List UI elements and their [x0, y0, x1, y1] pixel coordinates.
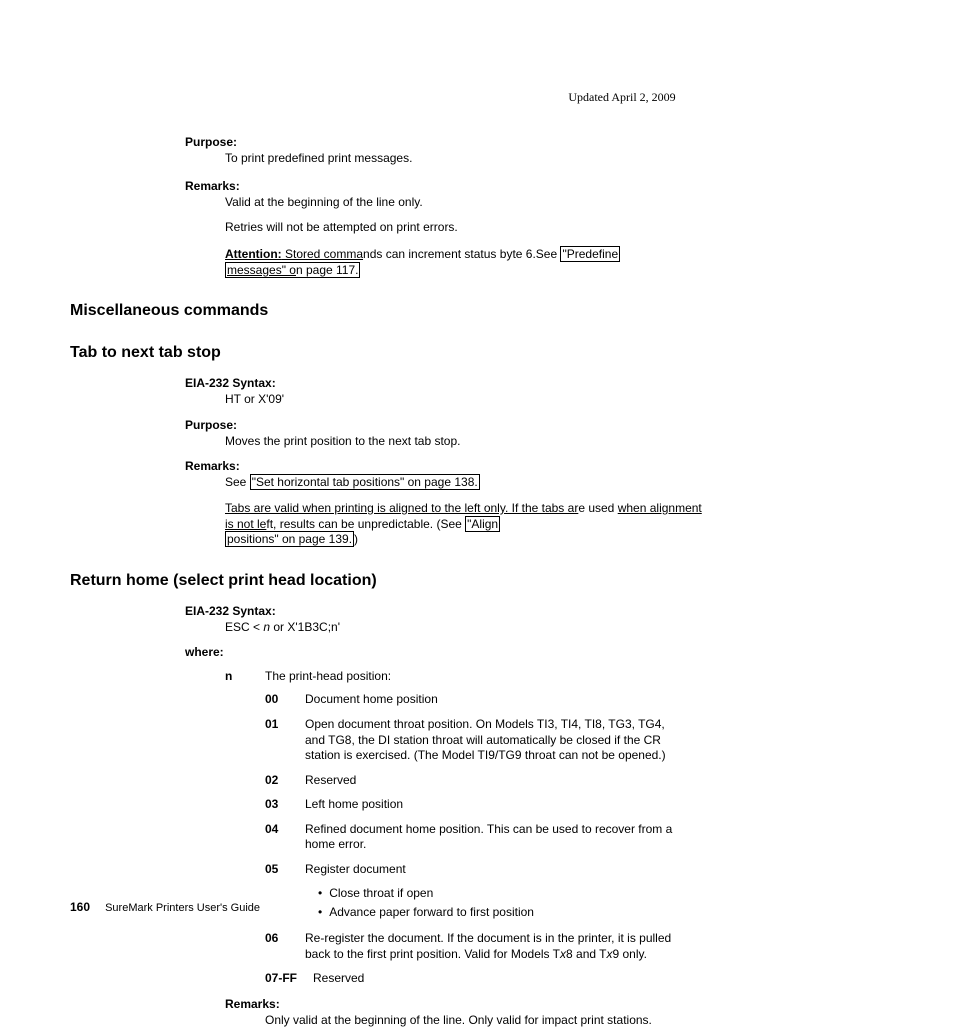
- remarks-text-1: Valid at the beginning of the line only.: [225, 195, 884, 211]
- attention-line: Attention: Stored commands can increment…: [225, 246, 884, 278]
- purpose-text: To print predefined print messages.: [225, 151, 884, 167]
- row-05: 05Register document: [70, 862, 884, 878]
- n-row: n The print-head position:: [70, 669, 884, 683]
- bullet-advance-paper: Advance paper forward to first position: [318, 903, 884, 922]
- row-00: 00Document home position: [70, 692, 884, 708]
- syntax-label-2: EIA-232 Syntax:: [185, 604, 884, 618]
- row-02: 02Reserved: [70, 773, 884, 789]
- bullet-close-throat: Close throat if open: [318, 884, 884, 903]
- set-tab-link[interactable]: "Set horizontal tab positions" on page 1…: [250, 474, 480, 490]
- remarks-tabs: Tabs are valid when printing is aligned …: [225, 501, 884, 548]
- purpose-label-1: Purpose:: [185, 418, 884, 432]
- align-link-1[interactable]: "Align: [465, 516, 500, 532]
- purpose-label: Purpose:: [185, 135, 884, 149]
- purpose-text-1: Moves the print position to the next tab…: [225, 434, 884, 450]
- row-03: 03Left home position: [70, 797, 884, 813]
- attention-rest: nds can increment status byte 6.See: [363, 247, 560, 261]
- syntax-label-1: EIA-232 Syntax:: [185, 376, 884, 390]
- remarks-see: See "Set horizontal tab positions" on pa…: [225, 475, 884, 491]
- n-label: n: [225, 669, 265, 683]
- remarks-label: Remarks:: [185, 179, 884, 193]
- heading-miscellaneous: Miscellaneous commands: [70, 302, 884, 320]
- syntax-value-2: ESC < n or X'1B3C;n': [225, 620, 884, 636]
- page-content: Updated April 2, 2009 Purpose: To print …: [70, 90, 884, 1028]
- row-06: 06 Re-register the document. If the docu…: [70, 931, 884, 962]
- attention-label: Attention:: [225, 247, 282, 261]
- updated-date: Updated April 2, 2009: [360, 90, 884, 105]
- row-07: 07-FFReserved: [70, 971, 884, 987]
- page-footer: 160 SureMark Printers User's Guide: [70, 900, 260, 914]
- syntax-value-1: HT or X'09': [225, 392, 884, 408]
- predefine-link-2[interactable]: messages" on page 117.: [225, 262, 360, 278]
- heading-tab-stop: Tab to next tab stop: [70, 344, 884, 362]
- predefine-link-1[interactable]: "Predefine: [560, 246, 620, 262]
- n-desc: The print-head position:: [265, 669, 884, 683]
- remarks-text-3: Only valid at the beginning of the line.…: [265, 1013, 884, 1028]
- remarks-text-2: Retries will not be attempted on print e…: [225, 220, 884, 236]
- where-label: where:: [185, 645, 884, 659]
- remarks-label-1: Remarks:: [185, 459, 884, 473]
- heading-return-home: Return home (select print head location): [70, 572, 884, 590]
- align-link-2[interactable]: positions" on page 139.: [225, 531, 354, 547]
- footer-title: SureMark Printers User's Guide: [105, 902, 260, 914]
- row-01: 01Open document throat position. On Mode…: [70, 717, 884, 764]
- attention-stored: Stored comma: [282, 247, 363, 261]
- row-04: 04Refined document home position. This c…: [70, 822, 884, 853]
- page-number: 160: [70, 900, 90, 914]
- remarks-label-2: Remarks:: [225, 997, 884, 1011]
